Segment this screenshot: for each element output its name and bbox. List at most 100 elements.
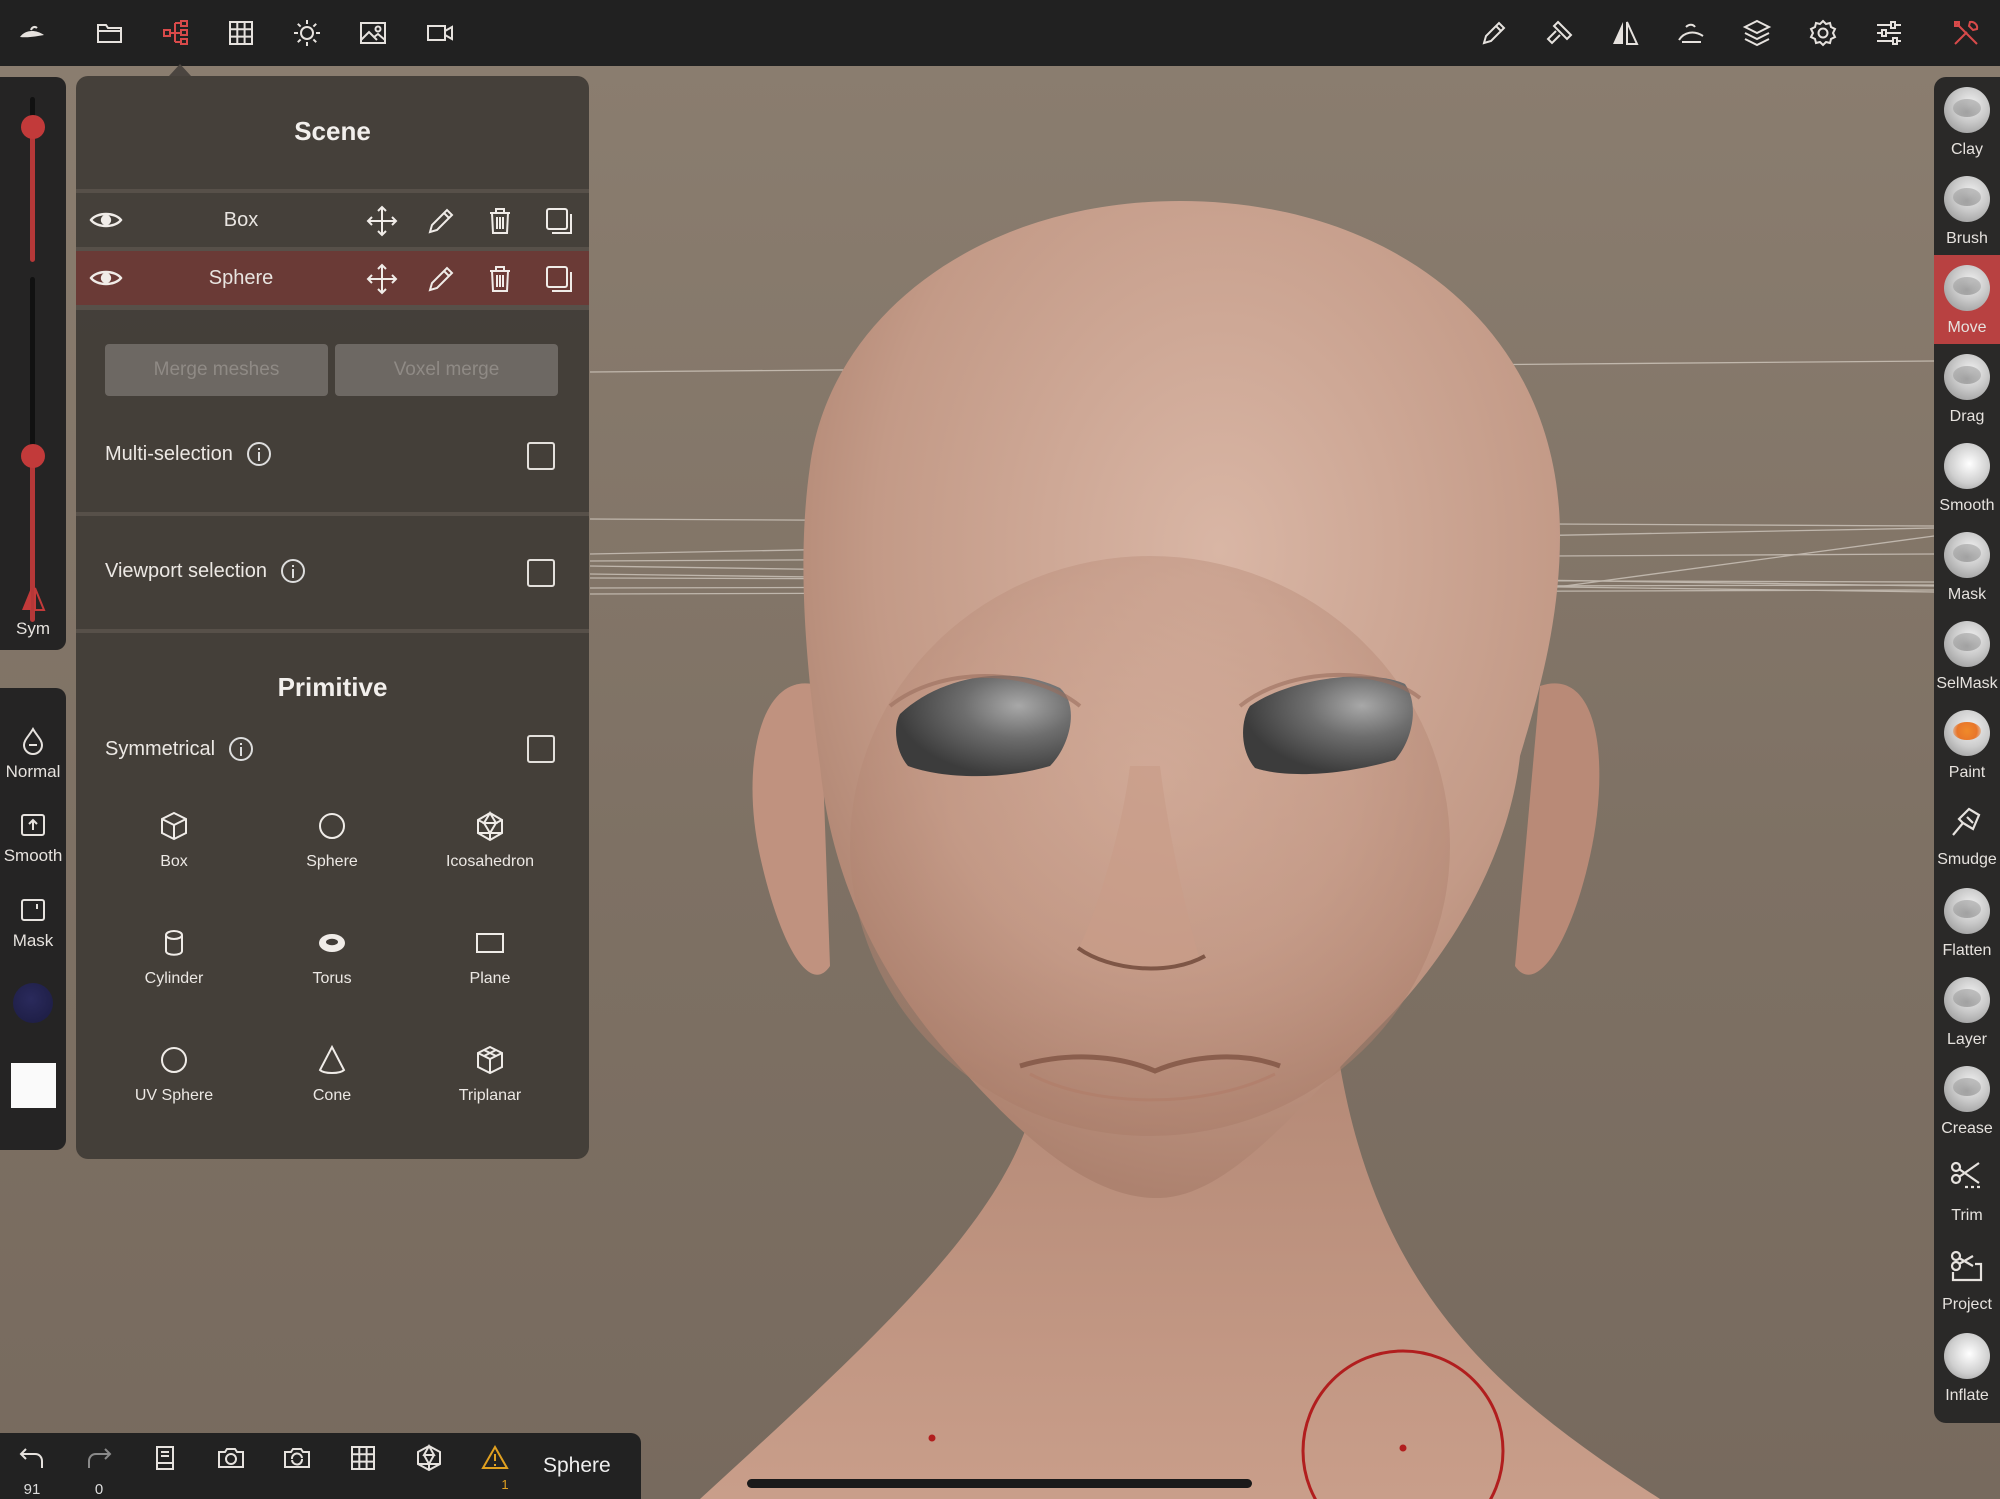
info-icon[interactable] — [280, 559, 305, 583]
tool-clay[interactable]: Clay — [1934, 77, 2000, 166]
radius-slider-knob[interactable] — [21, 114, 45, 139]
info-icon[interactable] — [246, 442, 271, 466]
primitive-label: Triplanar — [458, 1087, 522, 1104]
symmetrical-checkbox[interactable] — [527, 735, 555, 763]
tool-mask[interactable]: Mask — [1934, 522, 2000, 611]
pencil-icon[interactable] — [425, 263, 457, 295]
object-name: Sphere — [208, 267, 274, 289]
tool-crease[interactable]: Crease — [1934, 1056, 2000, 1145]
image-icon[interactable] — [351, 11, 395, 55]
eye-icon[interactable] — [88, 203, 124, 237]
primitive-torus[interactable]: Torus — [252, 926, 412, 988]
merge-meshes-button[interactable]: Merge meshes — [105, 344, 328, 396]
tool-selmask[interactable]: SelMask — [1934, 611, 2000, 700]
redo-button[interactable] — [79, 1443, 119, 1483]
camera-reset-button[interactable] — [277, 1443, 317, 1483]
undo-button[interactable] — [12, 1443, 52, 1483]
material-swatch[interactable] — [11, 1063, 56, 1108]
sun-icon[interactable] — [285, 11, 329, 55]
primitive-box[interactable]: Box — [94, 809, 254, 871]
primitive-uv-sphere[interactable]: UV Sphere — [94, 1043, 254, 1105]
cylinder-icon — [165, 930, 183, 956]
screenshot-button[interactable] — [211, 1443, 251, 1483]
scene-tree-icon[interactable] — [154, 11, 198, 55]
eye-icon[interactable] — [88, 261, 124, 295]
sym-toggle[interactable]: Sym — [0, 585, 66, 639]
symmetry-icon[interactable] — [1603, 11, 1647, 55]
pen-icon[interactable] — [1472, 11, 1516, 55]
redo-count: 0 — [94, 1481, 104, 1498]
scissors-icon — [1950, 1161, 1981, 1189]
info-icon[interactable] — [229, 737, 254, 761]
tool-move[interactable]: Move — [1934, 255, 2000, 344]
primitive-toggle[interactable] — [409, 1443, 449, 1483]
tool-label: Mask — [1947, 586, 1987, 603]
hammer-icon[interactable] — [1538, 11, 1582, 55]
icosahedron-icon — [417, 1443, 441, 1472]
logo-icon[interactable] — [10, 11, 54, 55]
tool-trim[interactable]: Trim — [1934, 1145, 2000, 1234]
tool-label: Inflate — [1945, 1387, 1989, 1404]
move-arrows-icon[interactable] — [366, 205, 398, 237]
symmetrical-label: Symmetrical — [105, 737, 216, 760]
primitive-label: Torus — [312, 970, 352, 987]
viewport-selection-checkbox[interactable] — [527, 559, 555, 587]
tools-icon[interactable] — [1944, 11, 1988, 55]
project-scissors-icon — [1950, 1250, 1983, 1282]
camera-icon[interactable] — [418, 11, 462, 55]
tool-label: Clay — [1950, 141, 1983, 158]
tool-project[interactable]: Project — [1934, 1234, 2000, 1323]
smooth-mode-button[interactable]: Smooth — [0, 810, 66, 866]
warning-count: 1 — [501, 1477, 509, 1492]
voxel-merge-button[interactable]: Voxel merge — [335, 344, 558, 396]
pencil-icon[interactable] — [425, 205, 457, 237]
tool-flatten[interactable]: Flatten — [1934, 878, 2000, 967]
sym-label: Sym — [16, 619, 50, 638]
tool-paint[interactable]: Paint — [1934, 700, 2000, 789]
tool-smooth[interactable]: Smooth — [1934, 433, 2000, 522]
color-swatch[interactable] — [13, 983, 53, 1023]
undo-icon — [19, 1448, 43, 1468]
primitive-sphere[interactable]: Sphere — [252, 809, 412, 871]
normal-mode-button[interactable]: Normal — [0, 726, 66, 782]
primitive-cylinder[interactable]: Cylinder — [94, 926, 254, 988]
primitive-label: Icosahedron — [445, 853, 535, 870]
intensity-slider-knob[interactable] — [21, 444, 45, 469]
multi-selection-checkbox[interactable] — [527, 442, 555, 470]
layers-icon[interactable] — [1735, 11, 1779, 55]
wand-icon[interactable] — [1669, 11, 1713, 55]
flatten-ball-icon — [1944, 888, 1990, 934]
duplicate-icon[interactable] — [543, 263, 575, 295]
primitive-icosahedron[interactable]: Icosahedron — [410, 809, 570, 871]
tool-smudge[interactable]: Smudge — [1934, 789, 2000, 878]
tool-inflate[interactable]: Inflate — [1934, 1323, 2000, 1412]
folder-icon[interactable] — [88, 11, 132, 55]
viewport-selection-label: Viewport selection — [105, 559, 267, 582]
sliders-icon[interactable] — [1867, 11, 1911, 55]
multi-selection-label: Multi-selection — [105, 442, 233, 465]
mask-mode-button[interactable]: Mask — [0, 895, 66, 951]
trash-icon[interactable] — [484, 263, 516, 295]
move-arrows-icon[interactable] — [366, 263, 398, 295]
primitive-label: Box — [160, 853, 188, 870]
duplicate-icon[interactable] — [543, 205, 575, 237]
object-row-sphere[interactable]: Sphere — [76, 251, 589, 305]
wireframe-toggle[interactable] — [343, 1443, 383, 1483]
trash-icon[interactable] — [484, 205, 516, 237]
book-button[interactable] — [145, 1443, 185, 1483]
primitive-triplanar[interactable]: Triplanar — [410, 1043, 570, 1105]
tool-layer[interactable]: Layer — [1934, 967, 2000, 1056]
tool-label: Smooth — [1939, 497, 1995, 514]
tool-brush[interactable]: Brush — [1934, 166, 2000, 255]
object-row-box[interactable]: Box — [76, 193, 589, 247]
triplanar-cube-icon — [477, 1045, 503, 1075]
settings-icon[interactable] — [1801, 11, 1845, 55]
grid-icon[interactable] — [219, 11, 263, 55]
redo-icon — [88, 1448, 112, 1468]
tool-drag[interactable]: Drag — [1934, 344, 2000, 433]
normal-label: Normal — [5, 762, 61, 781]
primitive-plane[interactable]: Plane — [410, 926, 570, 988]
primitive-cone[interactable]: Cone — [252, 1043, 412, 1105]
divider — [76, 629, 589, 633]
crease-ball-icon — [1944, 1066, 1990, 1112]
